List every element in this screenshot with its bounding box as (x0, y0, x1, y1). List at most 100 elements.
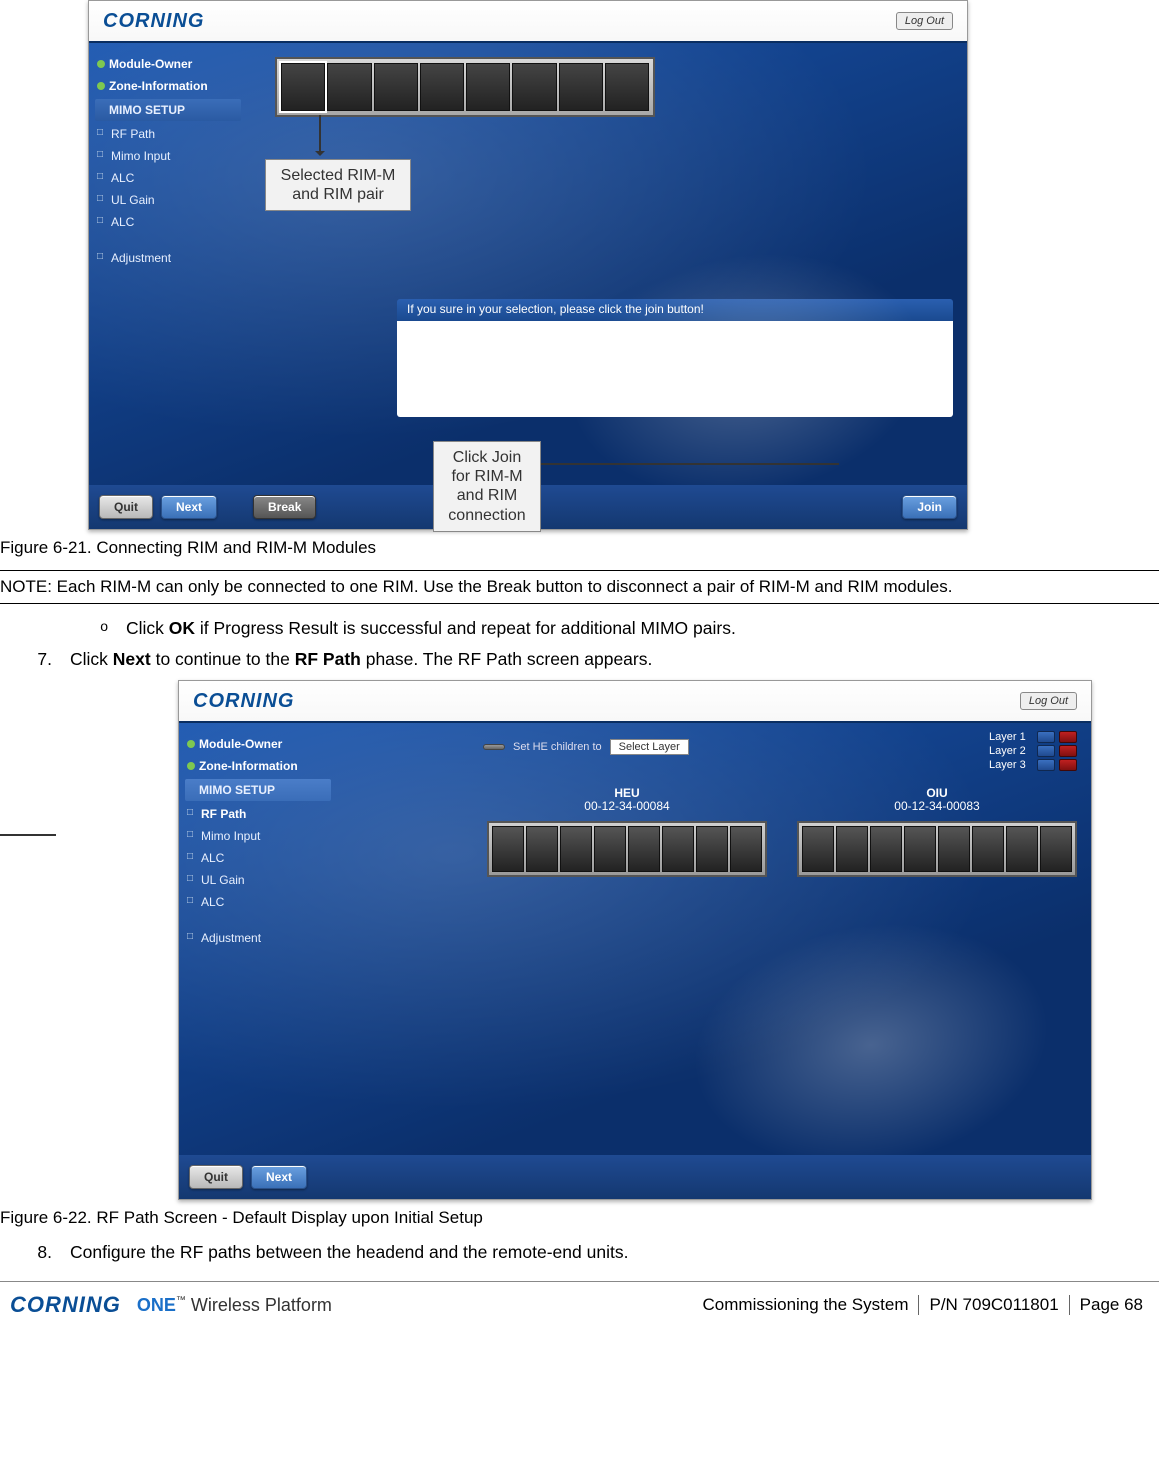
sidebar-adjustment[interactable]: Adjustment (185, 927, 331, 949)
app-header: CORNING Log Out (179, 681, 1091, 723)
topbar: Set HE children to Select Layer (483, 735, 1077, 759)
chassis-slot[interactable] (1006, 826, 1038, 872)
step-8-block: 8. Configure the RF paths between the he… (0, 1242, 1159, 1263)
sidebar-alc[interactable]: ALC (185, 847, 331, 869)
chassis-slot[interactable] (594, 826, 626, 872)
chassis-slot[interactable] (560, 826, 592, 872)
sidebar-zone-information[interactable]: Zone-Information (185, 755, 331, 777)
chassis-slot[interactable] (466, 63, 510, 111)
chassis-slot[interactable] (730, 826, 762, 872)
callout-selected-pair: Selected RIM-M and RIM pair (265, 159, 411, 211)
chassis-slot[interactable] (836, 826, 868, 872)
sidebar-zone-information[interactable]: Zone-Information (95, 75, 241, 97)
chassis-oiu (797, 821, 1077, 877)
next-button[interactable]: Next (251, 1165, 307, 1189)
quit-button[interactable]: Quit (99, 495, 153, 519)
unit-heu-title: HEU 00-12-34-00084 (567, 787, 687, 813)
chassis-slot[interactable] (696, 826, 728, 872)
sidebar-alc-2[interactable]: ALC (95, 211, 241, 233)
page-footer: CORNING ONE™ Wireless Platform Commissio… (0, 1281, 1159, 1324)
step-number: 7. (36, 649, 52, 670)
footer-one: ONE (137, 1295, 176, 1315)
footer-page: Page 68 (1080, 1295, 1143, 1315)
led-icon (1059, 731, 1077, 743)
chassis-slot[interactable] (512, 63, 556, 111)
app-header: CORNING Log Out (89, 1, 967, 43)
app-screenshot-2: CORNING Log Out Module-Owner Zone-Inform… (178, 680, 1092, 1200)
quit-button[interactable]: Quit (189, 1165, 243, 1189)
chassis-slot[interactable] (628, 826, 660, 872)
sidebar-rf-path[interactable]: RF Path (95, 123, 241, 145)
logout-button[interactable]: Log Out (1020, 692, 1077, 710)
brand-logo: CORNING (103, 10, 204, 33)
chassis-slot[interactable] (559, 63, 603, 111)
sidebar-alc[interactable]: ALC (95, 167, 241, 189)
step-text: Configure the RF paths between the heade… (70, 1242, 628, 1263)
footer-pn: P/N 709C011801 (929, 1295, 1058, 1315)
text-fragment: phase. The RF Path screen appears. (361, 649, 653, 669)
mini-button[interactable] (483, 744, 505, 750)
chassis-slot[interactable] (327, 63, 371, 111)
sidebar-ul-gain[interactable]: UL Gain (185, 869, 331, 891)
chassis-slot[interactable] (605, 63, 649, 111)
separator-icon (918, 1295, 919, 1315)
sidebar-alc-2[interactable]: ALC (185, 891, 331, 913)
chassis-slot[interactable] (492, 826, 524, 872)
chassis-slot[interactable] (526, 826, 558, 872)
step-o-block: o Click OK if Progress Result is success… (0, 618, 1159, 639)
figure-6-21: CORNING Log Out Module-Owner Zone-Inform… (0, 0, 1159, 530)
footer-left: CORNING ONE™ Wireless Platform (10, 1292, 332, 1318)
footer-right: Commissioning the System P/N 709C011801 … (703, 1295, 1143, 1315)
layers-legend: Layer 1 Layer 2 Layer 3 (989, 731, 1077, 773)
sidebar-ul-gain[interactable]: UL Gain (95, 189, 241, 211)
chassis-slot-selected[interactable] (281, 63, 325, 111)
led-icon (1037, 731, 1055, 743)
footer-platform: ONE™ Wireless Platform (137, 1295, 332, 1316)
sidebar-module-owner[interactable]: Module-Owner (95, 53, 241, 75)
footer-section: Commissioning the System (703, 1295, 909, 1315)
logout-button[interactable]: Log Out (896, 12, 953, 30)
callout-line: and RIM (457, 487, 517, 504)
sidebar-mimo-input[interactable]: Mimo Input (95, 145, 241, 167)
chassis-slot[interactable] (972, 826, 1004, 872)
chassis-illustration (275, 57, 655, 117)
unit-id: 00-12-34-00084 (584, 799, 669, 813)
chassis-slot[interactable] (938, 826, 970, 872)
chassis-slot[interactable] (662, 826, 694, 872)
chassis-slot[interactable] (374, 63, 418, 111)
chassis-slot[interactable] (802, 826, 834, 872)
sidebar-mimo-input[interactable]: Mimo Input (185, 825, 331, 847)
app-body: Module-Owner Zone-Information MIMO SETUP… (179, 723, 1091, 1155)
sidebar: Module-Owner Zone-Information MIMO SETUP… (179, 723, 337, 1155)
separator-icon (1069, 1295, 1070, 1315)
note-block: NOTE: Each RIM-M can only be connected t… (0, 570, 1159, 604)
layer-label: Layer 1 (989, 731, 1033, 743)
sidebar-mimo-setup[interactable]: MIMO SETUP (95, 99, 241, 121)
sidebar-module-owner[interactable]: Module-Owner (185, 733, 331, 755)
sidebar-mimo-setup[interactable]: MIMO SETUP (185, 779, 331, 801)
sidebar-rf-path[interactable]: RF Path (185, 803, 331, 825)
step-7: 7. Click Next to continue to the RF Path… (36, 649, 1159, 670)
led-icon (1037, 745, 1055, 757)
chassis-slot[interactable] (1040, 826, 1072, 872)
topbar-label: Set HE children to (513, 741, 602, 753)
sidebar-adjustment[interactable]: Adjustment (95, 247, 241, 269)
footer-brand: CORNING (10, 1292, 121, 1318)
unit-name: OIU (926, 786, 947, 800)
layer-select[interactable]: Select Layer (610, 739, 689, 755)
callout-arrow (319, 115, 321, 155)
chassis-slot[interactable] (420, 63, 464, 111)
layer-row: Layer 2 (989, 745, 1077, 757)
sidebar: Module-Owner Zone-Information MIMO SETUP… (89, 43, 247, 485)
callout-line: for RIM-M (451, 468, 522, 485)
layer-row: Layer 3 (989, 759, 1077, 771)
chassis-slot[interactable] (870, 826, 902, 872)
text-bold: Next (113, 649, 151, 669)
figure-caption-2: Figure 6-22. RF Path Screen - Default Di… (0, 1208, 1159, 1228)
chassis-heu (487, 821, 767, 877)
break-button[interactable]: Break (253, 495, 316, 519)
join-button[interactable]: Join (902, 495, 957, 519)
next-button[interactable]: Next (161, 495, 217, 519)
chassis-slot[interactable] (904, 826, 936, 872)
led-icon (1059, 745, 1077, 757)
